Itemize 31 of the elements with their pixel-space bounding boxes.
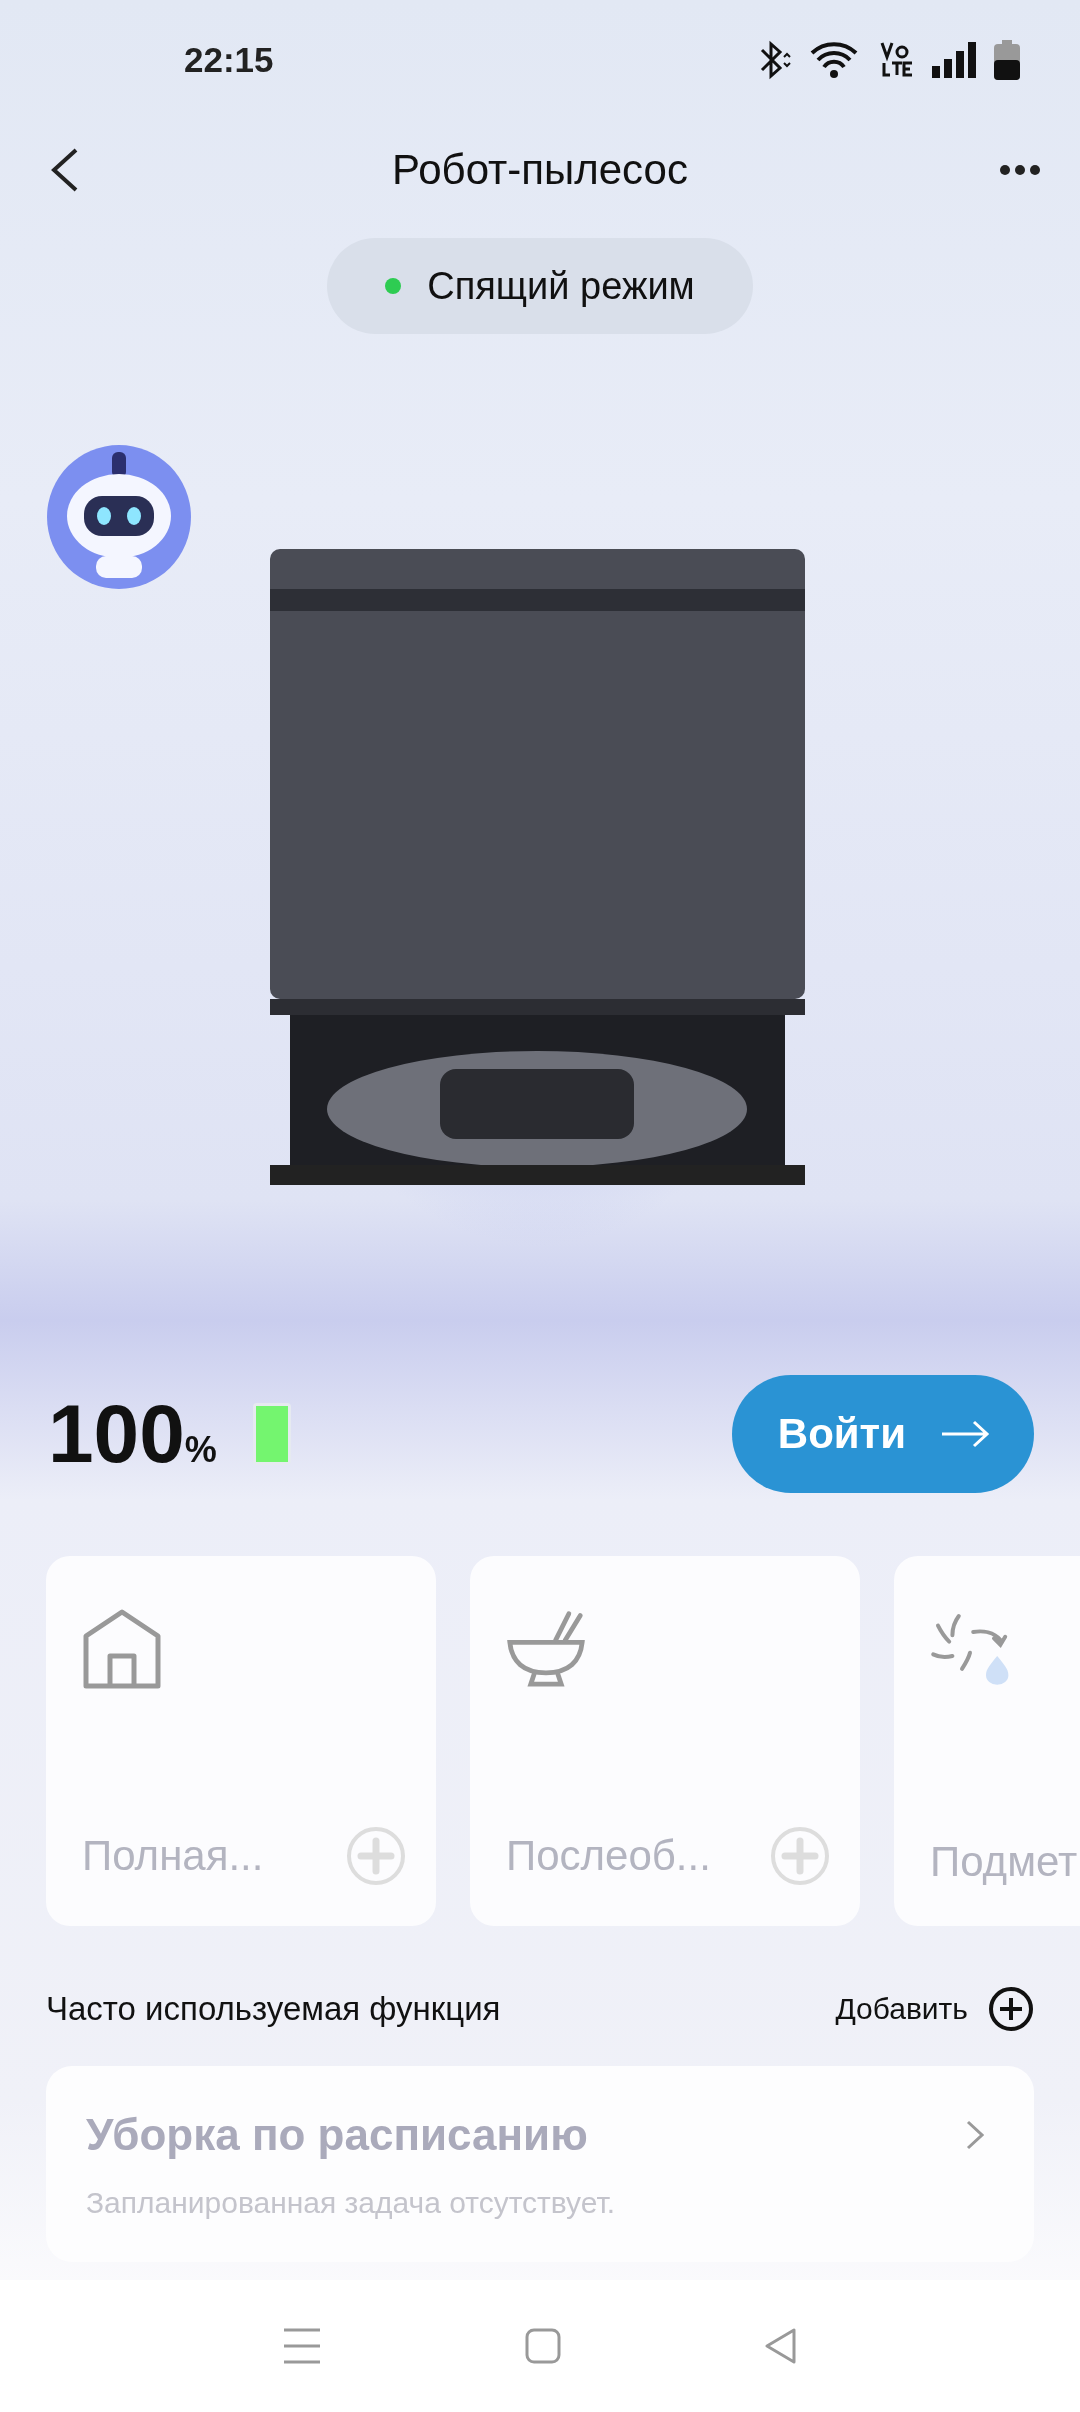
mode-label: Полная... (82, 1832, 264, 1880)
volte-icon (880, 41, 914, 79)
arrow-right-icon (940, 1420, 990, 1448)
phone-battery-icon (994, 40, 1020, 80)
page-title: Робот-пылесос (392, 146, 688, 194)
add-icon (988, 1986, 1034, 2032)
robot-avatar-icon[interactable] (46, 444, 192, 590)
add-function-button[interactable]: Добавить (835, 1986, 1034, 2032)
mode-label: Послеоб... (506, 1832, 711, 1880)
mode-label: Подмет (930, 1838, 1078, 1886)
percent-sign: % (184, 1429, 217, 1470)
section-title: Часто используемая функция (46, 1990, 501, 2028)
schedule-title: Уборка по расписанию (86, 2110, 588, 2160)
battery-percent: 100 (48, 1388, 185, 1479)
back-triangle-icon[interactable] (764, 2328, 799, 2364)
more-icon[interactable] (1000, 164, 1040, 176)
cleaning-mode-card[interactable]: Подмет (894, 1556, 1080, 1926)
battery-meter (252, 1403, 291, 1465)
schedule-subtitle: Запланированная задача отсутствует. (86, 2186, 617, 2220)
menu-icon[interactable] (281, 2326, 322, 2366)
back-icon[interactable] (50, 148, 80, 192)
cleaning-mode-card[interactable]: Послеоб... (470, 1556, 860, 1926)
chevron-right-icon (966, 2120, 984, 2150)
schedule-card[interactable]: Уборка по расписанию Запланированная задача отсутствует. (46, 2066, 1034, 2262)
cleaning-mode-card[interactable]: Полная... (46, 1556, 436, 1926)
status-label: Спящий режим (427, 264, 695, 308)
enter-button[interactable]: Войти (731, 1375, 1034, 1493)
status-time: 22:15 (184, 40, 274, 80)
signal-icon (932, 42, 976, 78)
bluetooth-icon (758, 40, 792, 80)
home-square-icon[interactable] (525, 2328, 561, 2364)
